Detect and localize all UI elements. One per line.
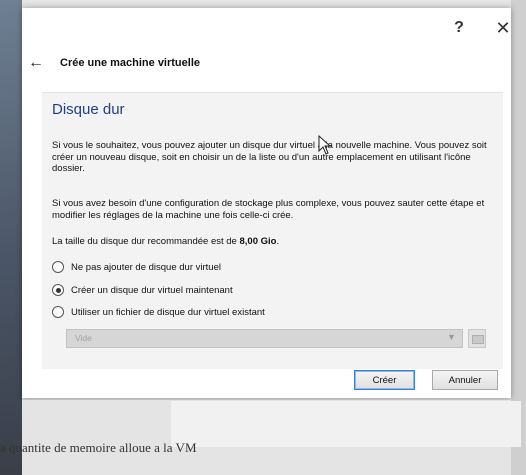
background-window-edge xyxy=(0,0,22,475)
option-existing-disk[interactable]: Utiliser un fichier de disque dur virtue… xyxy=(52,305,265,319)
close-icon[interactable]: ✕ xyxy=(493,18,513,38)
option-create-disk-label[interactable]: Créer un disque dur virtuel maintenant xyxy=(71,285,233,296)
help-icon[interactable]: ? xyxy=(449,18,469,38)
radio-no-disk[interactable] xyxy=(52,261,64,273)
chevron-down-icon: ▼ xyxy=(447,332,456,342)
choose-disk-file-button[interactable] xyxy=(468,329,486,348)
complex-storage-paragraph: Si vous avez besoin d'une configuration … xyxy=(52,198,485,221)
radio-create-disk[interactable] xyxy=(52,284,64,296)
cancel-button[interactable]: Annuler xyxy=(432,370,498,390)
existing-disk-select[interactable]: Vide ▼ xyxy=(66,329,463,348)
mouse-cursor-icon xyxy=(318,135,332,155)
existing-disk-select-value: Vide xyxy=(75,333,92,343)
page-title: Disque dur xyxy=(52,101,125,118)
recommended-size-value: 8,00 Gio xyxy=(239,236,277,247)
dialog-title-bar: ? ✕ xyxy=(22,8,511,48)
create-button[interactable]: Créer xyxy=(354,370,415,390)
recommended-size-text: La taille du disque dur recommandée est … xyxy=(52,236,496,248)
recommended-size-prefix: La taille du disque dur recommandée est … xyxy=(52,236,240,247)
option-create-disk[interactable]: Créer un disque dur virtuel maintenant xyxy=(52,283,233,297)
option-no-disk[interactable]: Ne pas ajouter de disque dur virtuel xyxy=(52,260,221,274)
wizard-page-panel: Disque dur Si vous le souhaitez, vous po… xyxy=(42,92,503,369)
radio-existing-disk[interactable] xyxy=(52,306,64,318)
back-arrow-icon[interactable]: ← xyxy=(28,54,46,72)
recommended-size-suffix: . xyxy=(276,236,280,247)
option-existing-disk-label[interactable]: Utiliser un fichier de disque dur virtue… xyxy=(71,307,265,318)
wizard-title: Crée une machine virtuelle xyxy=(60,57,200,69)
option-no-disk-label[interactable]: Ne pas ajouter de disque dur virtuel xyxy=(71,262,221,273)
background-memory-label: a quantite de memoire alloue a la VM xyxy=(0,440,197,455)
create-vm-dialog: ? ✕ ← Crée une machine virtuelle Disque … xyxy=(22,8,511,398)
screen: ? ✕ ← Crée une machine virtuelle Disque … xyxy=(0,0,526,475)
intro-paragraph: Si vous le souhaitez, vous pouvez ajoute… xyxy=(52,140,487,174)
background-panel xyxy=(171,401,521,447)
folder-icon xyxy=(472,335,484,344)
